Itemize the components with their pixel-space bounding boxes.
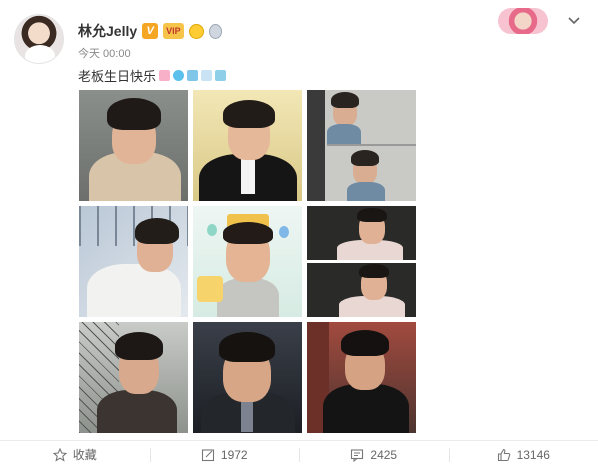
photo-5[interactable]: [193, 206, 302, 317]
username[interactable]: 林允Jelly: [78, 21, 137, 41]
user-avatar[interactable]: [14, 14, 64, 64]
confetti-emoji-icon: [215, 70, 227, 81]
favorite-label: 收藏: [72, 448, 97, 462]
comment-button[interactable]: 2425: [299, 441, 449, 468]
like-count: 13146: [516, 447, 550, 462]
photo-3[interactable]: [307, 90, 416, 201]
balloon-emoji-icon: [173, 70, 185, 81]
photo-grid: [79, 90, 416, 433]
photo-1[interactable]: [79, 90, 188, 201]
post-text: 老板生日快乐: [78, 66, 227, 85]
header-actions: [498, 8, 580, 34]
repost-count: 1972: [220, 447, 248, 462]
photo-7[interactable]: [79, 322, 188, 433]
post-text-content: 老板生日快乐: [78, 69, 157, 84]
star-icon: [52, 447, 67, 462]
verified-badge[interactable]: V: [142, 23, 159, 39]
photo-2[interactable]: [193, 90, 302, 201]
like-button[interactable]: 13146: [448, 441, 598, 468]
avatar-pendant-icon[interactable]: [498, 8, 548, 34]
photo-4[interactable]: [79, 206, 188, 317]
repost-button[interactable]: 1972: [149, 441, 300, 468]
cake-emoji-icon: [159, 70, 171, 81]
post-footer: 收藏 1972 2425 13146: [0, 441, 598, 468]
comment-count: 2425: [370, 447, 398, 462]
gift-emoji-icon: [187, 70, 199, 81]
chevron-down-icon[interactable]: [568, 15, 580, 27]
favorite-button[interactable]: 收藏: [0, 441, 150, 468]
medal-badge-icon[interactable]: [208, 23, 222, 39]
smile-badge-icon[interactable]: [188, 23, 204, 39]
photo-9[interactable]: [307, 322, 416, 433]
comment-icon: [350, 448, 364, 462]
vip-badge[interactable]: VIP: [163, 23, 184, 39]
name-row: 林允Jelly V VIP: [78, 21, 222, 41]
thumbs-up-icon: [497, 448, 511, 462]
post-time[interactable]: 今天 00:00: [78, 45, 131, 61]
photo-8[interactable]: [193, 322, 302, 433]
repost-icon: [201, 448, 215, 462]
ribbon-emoji-icon: [201, 70, 213, 81]
photo-6[interactable]: [307, 206, 416, 317]
